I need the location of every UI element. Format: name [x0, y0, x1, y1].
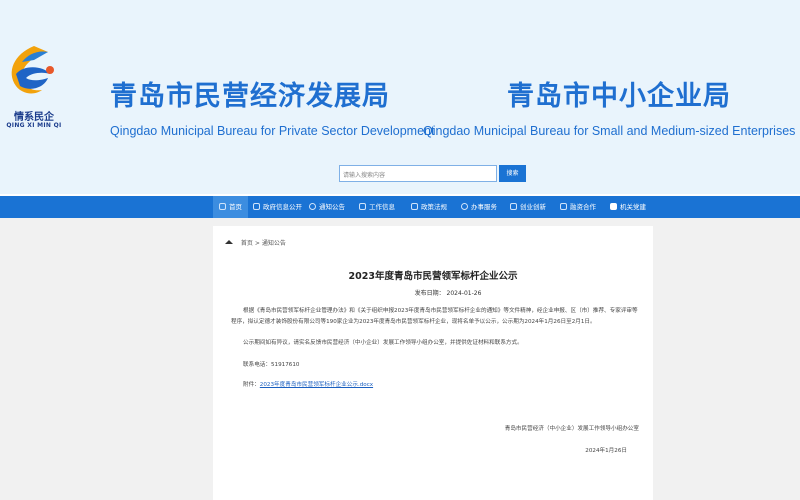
article-paragraph: 公示期间如有异议，请实名反馈市民营经济（中小企业）发展工作领导小组办公室，并提供…	[243, 340, 523, 346]
org-sme-bureau: 青岛市中小企业局 Qingdao Municipal Bureau for Sm…	[423, 74, 795, 138]
article-paragraph: 根据《青岛市民营领军标杆企业管理办法》和《关于组织申报2023年度青岛市民营领军…	[231, 308, 638, 325]
article-panel: 首页 > 通知公告 2023年度青岛市民营领军标杆企业公示 发布日期： 2024…	[213, 226, 653, 500]
date-value: 2024-01-26	[446, 290, 482, 297]
nav-label: 政策法规	[421, 203, 447, 211]
stack-icon	[461, 203, 468, 210]
nav-innovation[interactable]: 创业创新	[510, 196, 546, 218]
breadcrumb-current[interactable]: 通知公告	[262, 240, 286, 247]
attachment-label: 附件：	[243, 382, 260, 388]
nav-home[interactable]: 首页	[213, 196, 248, 218]
org-name-en: Qingdao Municipal Bureau for Private Sec…	[110, 124, 435, 138]
nav-label: 通知公告	[319, 203, 345, 211]
nav-notices[interactable]: 通知公告	[309, 196, 345, 218]
file-icon	[411, 203, 418, 210]
nav-work-info[interactable]: 工作信息	[359, 196, 395, 218]
logo-subtext: QING XI MIN QI	[6, 122, 62, 129]
copy-icon	[510, 203, 517, 210]
search-button[interactable]: 搜索	[499, 165, 526, 182]
search-input[interactable]: 请输入搜索内容	[339, 165, 497, 182]
site-header: 情系民企 QING XI MIN QI 青岛市民营经济发展局 Qingdao M…	[0, 0, 800, 194]
attachment: 附件：2023年度青岛市民营领军标杆企业公示.docx	[231, 380, 641, 391]
attachment-link[interactable]: 2023年度青岛市民营领军标杆企业公示.docx	[260, 382, 373, 388]
logo[interactable]: 情系民企 QING XI MIN QI	[4, 44, 61, 134]
org-name-cn: 青岛市中小企业局	[507, 81, 731, 112]
nav-label: 首页	[229, 203, 242, 211]
nav-label: 政府信息公开	[263, 203, 302, 211]
org-name-cn: 青岛市民营经济发展局	[110, 81, 390, 112]
party-icon	[610, 203, 617, 210]
briefcase-icon	[560, 203, 567, 210]
contact-phone: 联系电话：51917610	[231, 360, 641, 371]
logo-text: 情系民企	[14, 112, 54, 123]
signature: 青岛市民营经济（中小企业）发展工作领导小组办公室	[504, 426, 639, 432]
logo-icon	[11, 46, 54, 94]
main-nav: 首页 政府信息公开 通知公告 工作信息 政策法规 办事服务 创业创新 融资合作 …	[0, 194, 800, 218]
nav-services[interactable]: 办事服务	[461, 196, 497, 218]
nav-financing[interactable]: 融资合作	[560, 196, 596, 218]
nav-label: 机关党建	[620, 203, 646, 211]
nav-label: 创业创新	[520, 203, 546, 211]
breadcrumb-home[interactable]: 首页	[241, 240, 253, 247]
monitor-icon	[359, 203, 366, 210]
phone-label: 联系电话：	[243, 362, 271, 368]
article-title: 2023年度青岛市民营领军标杆企业公示	[348, 271, 518, 282]
phone-value: 51917610	[270, 362, 300, 368]
nav-gov-info[interactable]: 政府信息公开	[253, 196, 302, 218]
nav-label: 融资合作	[570, 203, 596, 211]
nav-label: 办事服务	[471, 203, 497, 211]
org-name-en: Qingdao Municipal Bureau for Small and M…	[423, 124, 796, 138]
document-icon	[253, 203, 260, 210]
home-icon	[225, 240, 233, 244]
breadcrumb: 首页 > 通知公告	[225, 238, 286, 247]
nav-party[interactable]: 机关党建	[610, 196, 646, 218]
nav-label: 工作信息	[369, 203, 395, 211]
home-icon	[219, 203, 226, 210]
date-label: 发布日期：	[414, 290, 445, 297]
chat-icon	[309, 203, 316, 210]
breadcrumb-separator: >	[254, 240, 260, 247]
publish-date: 发布日期： 2024-01-26	[213, 288, 653, 297]
signature-date: 2024年1月26日	[585, 448, 627, 454]
nav-policy[interactable]: 政策法规	[411, 196, 447, 218]
org-private-sector: 青岛市民营经济发展局 Qingdao Municipal Bureau for …	[110, 74, 434, 138]
